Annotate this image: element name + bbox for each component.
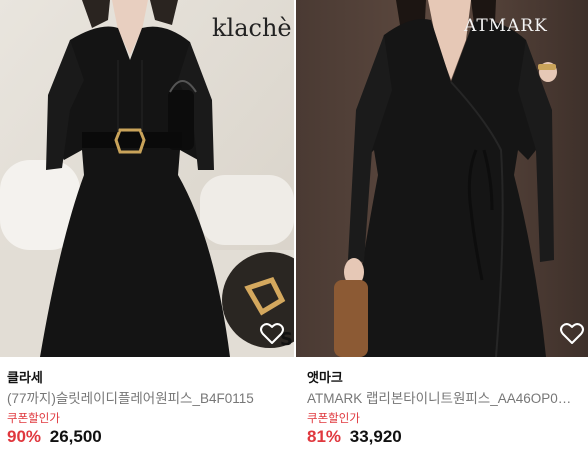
product-card-atmark[interactable]: ATMARK 앳마크 ATMARK 랩리본타이니트원피스_AA46OP0… 쿠폰… [296,0,588,457]
discount-rate: 90% [7,427,42,446]
discount-rate: 81% [307,427,342,446]
product-photo[interactable]: SI klachè [0,0,294,357]
product-title[interactable]: ATMARK 랩리본타이니트원피스_AA46OP0… [307,387,587,407]
brand-logo: klachè [212,14,292,42]
product-grid: SI klachè 클라세 (77까지)슬릿레이디플레어원피스_B4F0115 … [0,0,588,457]
price-row: 90% 26,500 [7,427,102,447]
dress-photo-illustration: SI [0,0,294,357]
dress-photo-illustration [296,0,588,357]
heart-icon[interactable] [259,322,285,346]
sale-price: 33,920 [349,427,402,446]
coupon-label: 쿠폰할인가 [307,413,360,425]
store-name[interactable]: 클라세 [7,367,43,386]
heart-icon[interactable] [559,322,585,346]
product-photo[interactable]: ATMARK [296,0,588,357]
price-row: 81% 33,920 [307,427,402,447]
brand-logo: ATMARK [464,16,548,36]
product-card-klache[interactable]: SI klachè 클라세 (77까지)슬릿레이디플레어원피스_B4F0115 … [0,0,294,457]
sale-price: 26,500 [49,427,102,446]
coupon-label: 쿠폰할인가 [7,413,60,425]
product-title[interactable]: (77까지)슬릿레이디플레어원피스_B4F0115 [7,387,292,407]
store-name[interactable]: 앳마크 [307,367,343,386]
